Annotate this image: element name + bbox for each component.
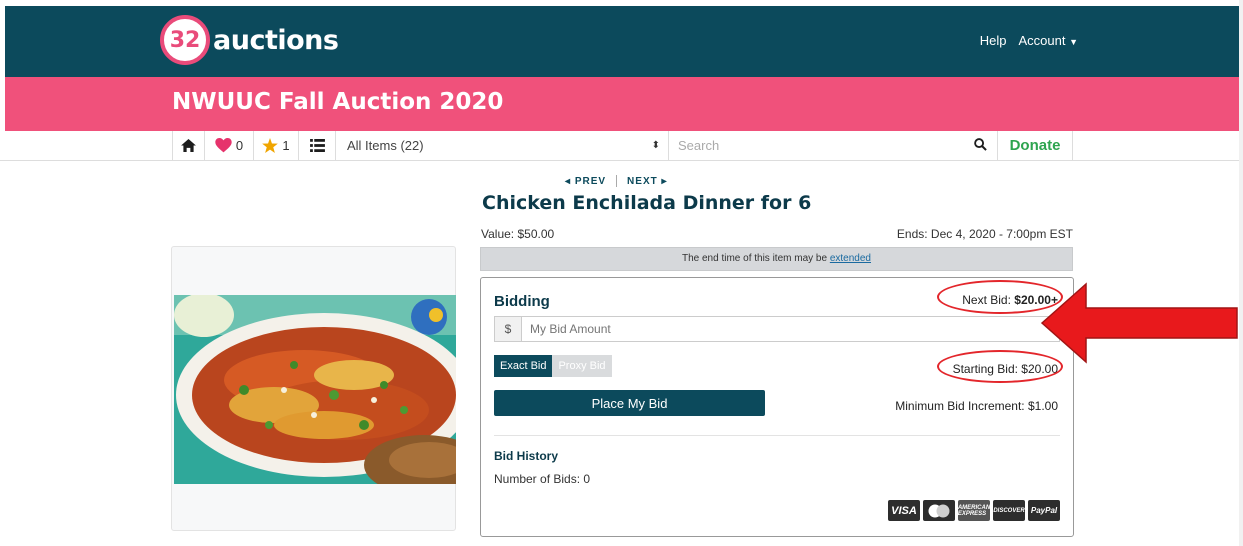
paypal-icon: PayPal xyxy=(1028,500,1060,521)
search-placeholder: Search xyxy=(678,138,720,153)
visa-icon: VISA xyxy=(888,500,920,521)
item-value: Value: $50.00 xyxy=(481,227,555,241)
logo-text: auctions xyxy=(213,24,339,56)
bid-amount-input[interactable] xyxy=(522,317,1059,341)
discover-icon: DISCOVER xyxy=(993,500,1025,521)
starred-button[interactable]: 1 xyxy=(254,131,299,160)
favorites-count: 0 xyxy=(235,138,244,153)
top-navbar: 32 auctions Help Account ▼ xyxy=(5,6,1240,77)
chevron-right-icon: ▸ xyxy=(661,175,668,187)
starred-count: 1 xyxy=(282,138,290,153)
list-icon xyxy=(309,139,325,152)
category-select-value: All Items (22) xyxy=(347,138,424,153)
next-label: NEXT xyxy=(627,175,658,187)
pager-divider xyxy=(616,175,618,187)
prev-link[interactable]: ◂ PREV xyxy=(565,176,606,187)
item-end-time: Ends: Dec 4, 2020 - 7:00pm EST xyxy=(896,227,1073,241)
caret-down-icon: ▼ xyxy=(1069,37,1078,47)
help-link[interactable]: Help xyxy=(980,33,1007,48)
proxy-bid-button[interactable]: Proxy Bid xyxy=(552,355,612,377)
list-view-button[interactable] xyxy=(299,131,336,160)
favorites-button[interactable]: 0 xyxy=(205,131,254,160)
min-bid-increment: Minimum Bid Increment: $1.00 xyxy=(895,399,1058,413)
logo-badge: 32 xyxy=(160,15,210,65)
account-label: Account xyxy=(1018,33,1066,48)
arrow-annotation-icon xyxy=(1040,282,1238,364)
category-select[interactable]: All Items (22) ⬍ xyxy=(336,131,669,160)
item-pager: ◂ PREV NEXT ▸ xyxy=(565,175,668,187)
site-logo[interactable]: 32 auctions xyxy=(160,15,339,65)
top-nav-links: Help Account ▼ xyxy=(980,33,1078,48)
account-menu[interactable]: Account ▼ xyxy=(1018,33,1078,48)
item-title: Chicken Enchilada Dinner for 6 xyxy=(482,192,812,214)
item-image-card xyxy=(171,246,456,531)
currency-addon: $ xyxy=(495,317,522,341)
bid-count: Number of Bids: 0 xyxy=(494,472,591,486)
bidding-heading: Bidding xyxy=(494,293,550,310)
amex-icon: AMERICAN EXPRESS xyxy=(958,500,990,521)
search-icon[interactable] xyxy=(974,137,987,154)
prev-label: PREV xyxy=(574,175,607,187)
heart-icon xyxy=(215,138,232,153)
home-icon xyxy=(181,139,196,152)
home-button[interactable] xyxy=(172,131,205,160)
auction-title: NWUUC Fall Auction 2020 xyxy=(172,89,504,115)
auction-banner: NWUUC Fall Auction 2020 xyxy=(5,77,1240,131)
item-photo[interactable] xyxy=(174,295,456,484)
select-arrows-icon: ⬍ xyxy=(651,140,660,151)
notice-text: The end time of this item may be xyxy=(681,253,828,264)
place-bid-button[interactable]: Place My Bid xyxy=(494,390,765,416)
search-input[interactable]: Search xyxy=(669,131,998,160)
divider xyxy=(494,435,1060,436)
bid-amount-field: $ xyxy=(494,316,1060,342)
item-toolbar: 0 1 All Items (22) ⬍ Search Donate xyxy=(0,131,1243,161)
extended-link[interactable]: extended xyxy=(830,253,871,264)
bid-type-toggle: Exact Bid Proxy Bid xyxy=(494,355,612,377)
mastercard-icon xyxy=(923,500,955,521)
next-link[interactable]: NEXT ▸ xyxy=(627,176,667,187)
scrollbar-track[interactable] xyxy=(1239,0,1243,546)
chevron-left-icon: ◂ xyxy=(565,175,572,187)
donate-button[interactable]: Donate xyxy=(998,131,1073,160)
end-time-notice: The end time of this item may be extende… xyxy=(480,247,1073,271)
star-icon xyxy=(262,138,279,153)
bidding-panel: Bidding Next Bid: $20.00+ $ Exact Bid Pr… xyxy=(480,277,1074,537)
bid-history-title: Bid History xyxy=(494,449,559,463)
exact-bid-button[interactable]: Exact Bid xyxy=(494,355,553,377)
payment-methods: VISA AMERICAN EXPRESS DISCOVER PayPal xyxy=(888,500,1060,521)
